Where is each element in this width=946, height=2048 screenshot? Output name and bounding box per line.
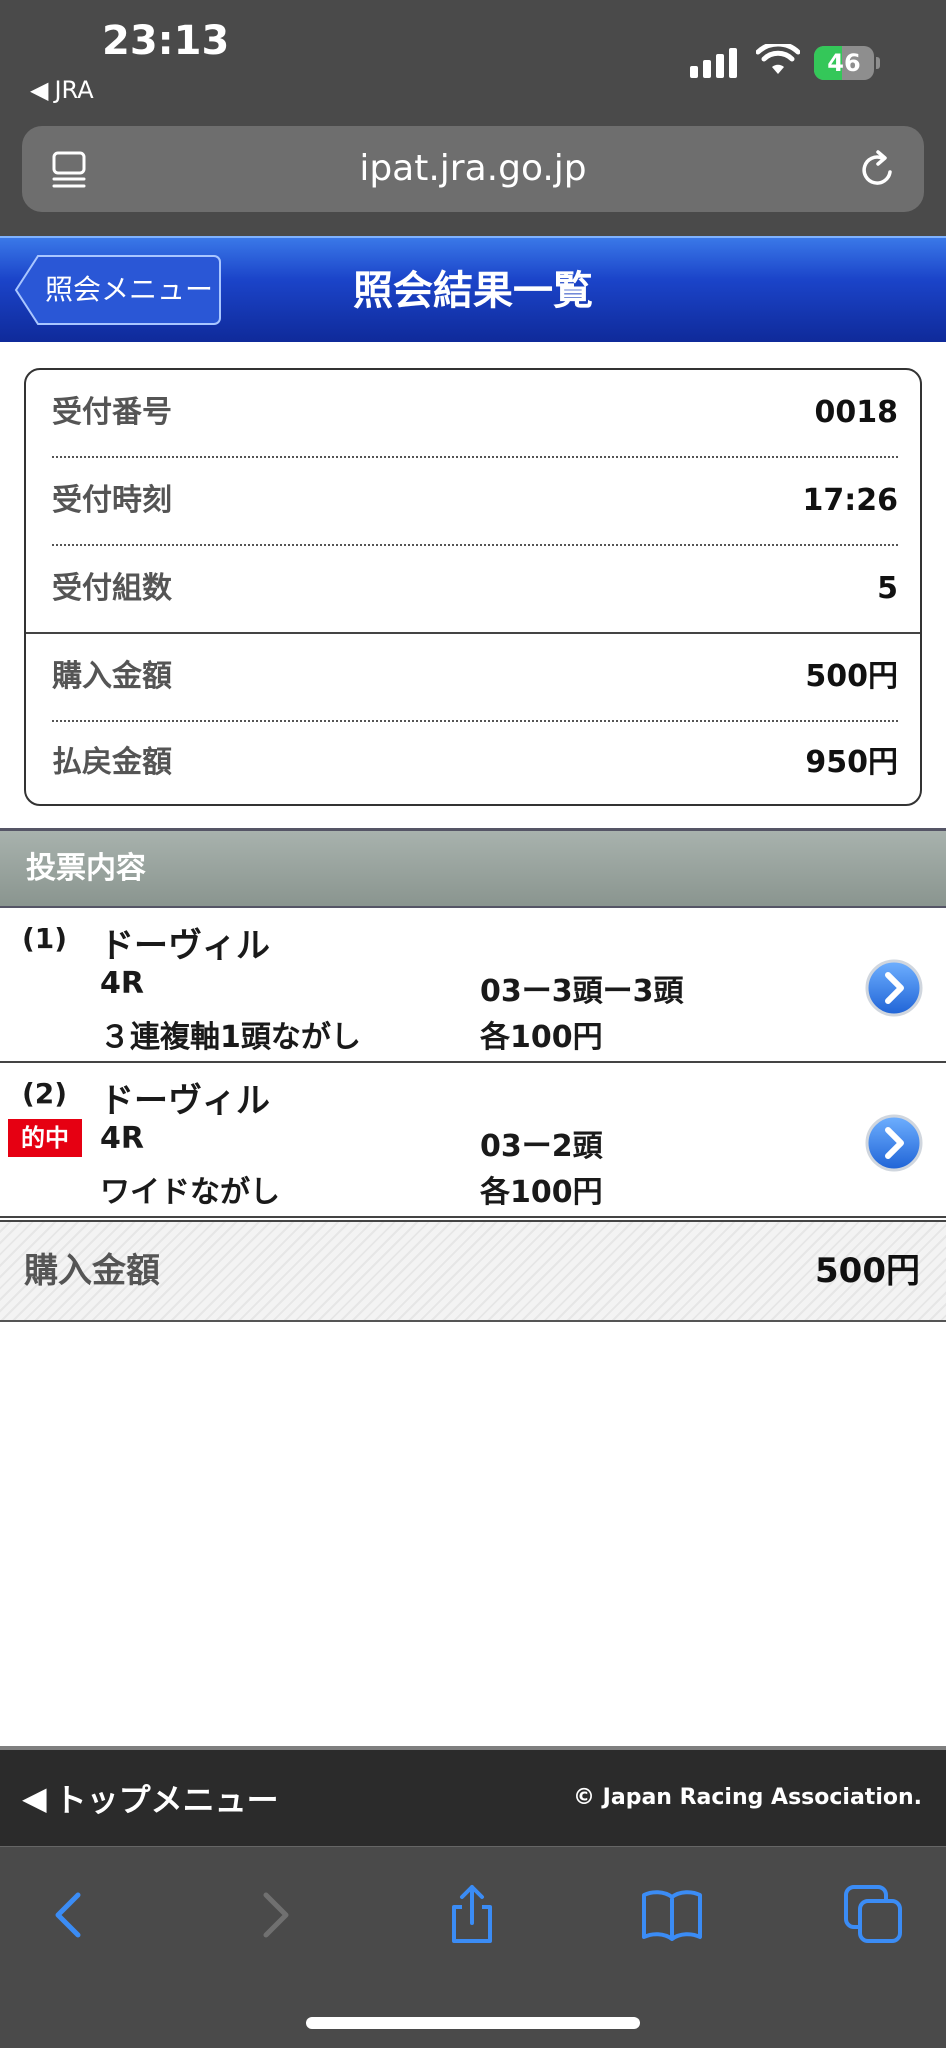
browser-toolbar — [0, 1846, 946, 2048]
summary-row-set-count: 受付組数 5 — [52, 546, 898, 632]
forward-icon[interactable] — [242, 1883, 306, 1947]
summary-label: 受付組数 — [52, 571, 172, 606]
back-to-app-link[interactable]: ◀ JRA — [30, 76, 94, 104]
bets-section-title: 投票内容 — [26, 851, 146, 886]
summary-value: 5 — [877, 571, 898, 606]
bet-combination: 03ー3頭ー3頭 — [480, 974, 684, 1009]
address-area: ipat.jra.go.jp — [0, 120, 946, 236]
back-icon[interactable] — [38, 1883, 102, 1947]
reload-icon[interactable] — [856, 148, 900, 192]
total-value: 500円 — [815, 1251, 920, 1291]
wifi-icon — [756, 44, 800, 74]
top-menu-label: トップメニュー — [54, 1781, 279, 1819]
bookmarks-icon[interactable] — [640, 1883, 704, 1947]
tabs-overview-icon[interactable] — [842, 1883, 906, 1947]
total-label: 購入金額 — [24, 1251, 160, 1291]
chevron-right-icon[interactable] — [864, 1113, 924, 1173]
summary-value: 950円 — [805, 745, 898, 780]
summary-value: 500円 — [805, 659, 898, 694]
summary-row-payout-amount: 払戻金額 950円 — [52, 720, 898, 806]
bet-index: (2) — [22, 1077, 68, 1110]
page-header: 照会結果一覧 照会メニュー — [0, 236, 946, 342]
top-menu-link[interactable]: ◀ トップメニュー — [22, 1750, 279, 1846]
summary-row-purchase-amount: 購入金額 500円 — [52, 634, 898, 720]
bet-venue: ドーヴィル — [100, 926, 270, 966]
url-text[interactable]: ipat.jra.go.jp — [22, 126, 924, 212]
bet-type: ワイドながし — [100, 1175, 280, 1210]
status-time: 23:13 — [102, 18, 230, 64]
bet-race: 4R — [100, 1121, 144, 1156]
purchase-total: 購入金額 500円 — [0, 1220, 946, 1322]
bet-item[interactable]: (2) 的中 ドーヴィル 4R ワイドながし 03ー2頭 各100円 — [0, 1063, 946, 1218]
summary-row-receipt-number: 受付番号 0018 — [52, 370, 898, 456]
summary-label: 購入金額 — [52, 659, 172, 694]
battery-icon: 46 — [814, 46, 880, 80]
bet-amount: 各100円 — [480, 1175, 603, 1210]
address-bar[interactable]: ipat.jra.go.jp — [22, 126, 924, 212]
share-icon[interactable] — [440, 1883, 504, 1947]
back-triangle-icon: ◀ — [30, 76, 49, 104]
inquiry-menu-label: 照会メニュー — [44, 273, 213, 306]
bet-item[interactable]: (1) ドーヴィル 4R ３連複軸1頭ながし 03ー3頭ー3頭 各100円 — [0, 908, 946, 1063]
left-triangle-icon: ◀ — [22, 1779, 47, 1817]
summary-label: 受付番号 — [52, 395, 172, 430]
summary-value: 17:26 — [802, 483, 899, 518]
receipt-summary: 受付番号 0018 受付時刻 17:26 受付組数 5 購入金額 500円 払戻… — [24, 368, 922, 806]
summary-label: 払戻金額 — [52, 745, 172, 780]
chevron-right-icon[interactable] — [864, 958, 924, 1018]
bets-section-header: 投票内容 — [0, 828, 946, 908]
status-bar: 23:13 ◀ JRA 46 — [0, 0, 946, 120]
bet-race: 4R — [100, 966, 144, 1001]
home-indicator — [306, 2017, 640, 2029]
page-footer: ◀ トップメニュー © Japan Racing Association. — [0, 1746, 946, 1846]
bet-index: (1) — [22, 922, 68, 955]
bet-venue: ドーヴィル — [100, 1081, 270, 1121]
bet-combination: 03ー2頭 — [480, 1129, 603, 1164]
bet-amount: 各100円 — [480, 1020, 603, 1055]
copyright-text: © Japan Racing Association. — [573, 1785, 922, 1810]
cellular-signal-icon — [690, 46, 737, 78]
summary-value: 0018 — [814, 395, 899, 430]
inquiry-menu-button[interactable]: 照会メニュー — [14, 254, 222, 326]
hit-badge: 的中 — [8, 1119, 82, 1157]
back-app-label: JRA — [54, 76, 94, 104]
summary-row-receipt-time: 受付時刻 17:26 — [52, 458, 898, 544]
bet-type: ３連複軸1頭ながし — [100, 1020, 361, 1055]
battery-level: 46 — [827, 49, 861, 77]
summary-label: 受付時刻 — [52, 483, 172, 518]
